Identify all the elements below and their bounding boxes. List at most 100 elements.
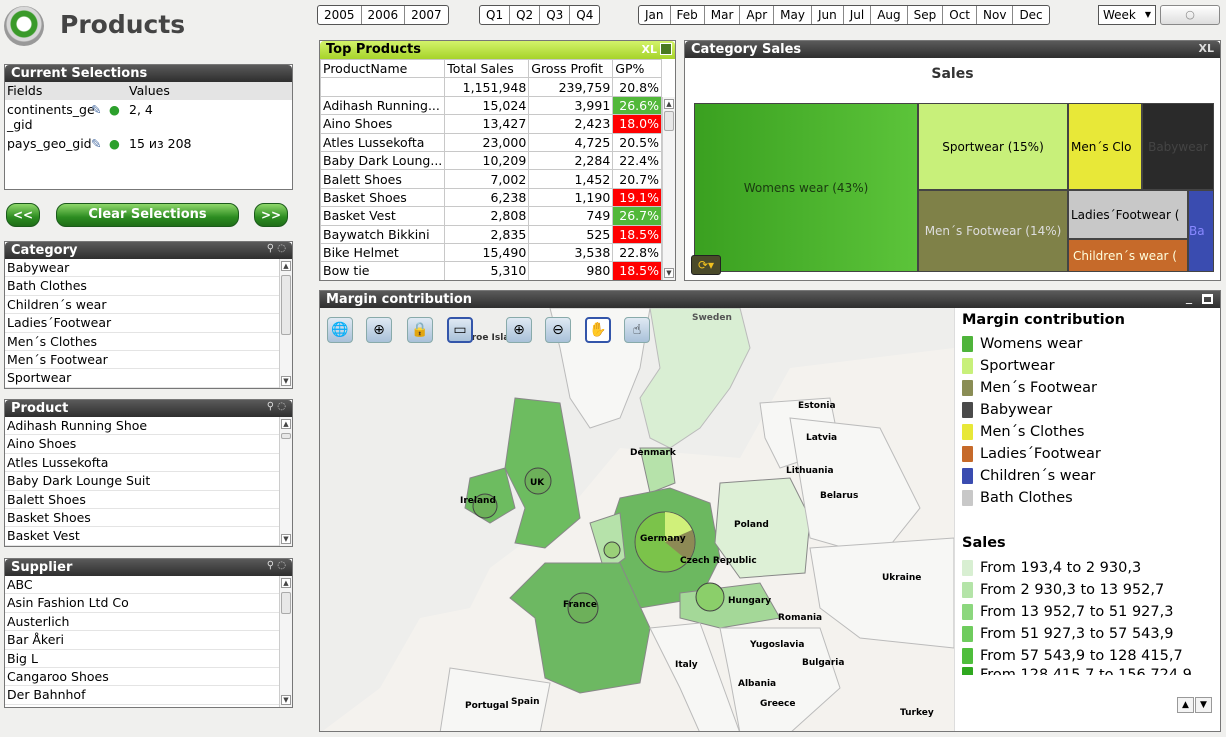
tile-mens-footwear[interactable]: Men´s Footwear (14%)	[918, 190, 1068, 272]
zoom-in-icon[interactable]: ⊕	[506, 317, 532, 343]
search-icon[interactable]: ⚲ ◌	[267, 401, 286, 412]
period-dropdown[interactable]: Week ▼	[1098, 5, 1156, 25]
table-row[interactable]: Bow tie 5,310 980 18.5%	[320, 261, 662, 280]
col-total-sales[interactable]: Total Sales	[444, 58, 530, 79]
list-item[interactable]: Sportwear	[5, 369, 292, 388]
list-item[interactable]: Austerlich	[5, 613, 292, 632]
selection-row[interactable]: continents_ge _gid ✎ ● 2, 4	[5, 100, 292, 134]
back-button[interactable]: <<	[6, 203, 40, 227]
year-2007[interactable]: 2007	[405, 6, 448, 24]
list-item[interactable]: Ladies´Footwear	[5, 314, 292, 333]
cycle-icon[interactable]: ⟳▾	[691, 255, 721, 275]
table-row[interactable]: Balett Shoes 7,002 1,452 20.7%	[320, 169, 662, 189]
table-row[interactable]: Adihash Running... 15,024 3,991 26.6%	[320, 95, 662, 116]
year-filter[interactable]: 2005 2006 2007	[317, 5, 449, 25]
month-jul[interactable]: Jul	[844, 6, 872, 24]
selection-row[interactable]: pays_geo_gid ✎ ● 15 из 208	[5, 134, 292, 154]
forward-button[interactable]: >>	[254, 203, 288, 227]
table-row[interactable]: Aino Shoes 13,427 2,423 18.0%	[320, 114, 662, 134]
clear-selections-button[interactable]: Clear Selections	[56, 203, 239, 227]
tile-mens-clothes[interactable]: Men´s Clo	[1068, 103, 1142, 190]
month-jan[interactable]: Jan	[639, 6, 671, 24]
tile-childrens-wear[interactable]: Children´s wear (	[1068, 239, 1188, 272]
pan-hand-icon[interactable]: ✋	[585, 317, 611, 343]
month-mar[interactable]: Mar	[705, 6, 741, 24]
month-oct[interactable]: Oct	[943, 6, 978, 24]
export-xl-button[interactable]: XL	[1199, 42, 1215, 55]
year-2005[interactable]: 2005	[318, 6, 362, 24]
list-item[interactable]: Big L	[5, 650, 292, 668]
quarter-q3[interactable]: Q3	[540, 6, 571, 24]
quarter-q1[interactable]: Q1	[480, 6, 511, 24]
table-row[interactable]: Basket Vest 2,808 749 26.7%	[320, 206, 662, 226]
supplier-listbox[interactable]: Supplier ⚲ ◌ ABC Asin Fashion Ltd Co Aus…	[4, 558, 293, 708]
col-gp-percent[interactable]: GP%	[612, 58, 662, 79]
globe-icon[interactable]: 🌐	[327, 317, 353, 343]
category-listbox[interactable]: Category ⚲ ◌ Babywear Bath Clothes Child…	[4, 241, 293, 389]
search-icon[interactable]: ⚲ ◌	[267, 560, 286, 571]
scrollbar[interactable]: ▲ ▼	[662, 97, 675, 280]
tile-womens-wear[interactable]: Womens wear (43%)	[694, 103, 918, 272]
table-row[interactable]: Basket Shoes 6,238 1,190 19.1%	[320, 187, 662, 208]
list-item[interactable]: Bar Åkeri	[5, 631, 292, 650]
export-xl-button[interactable]: XL	[642, 41, 658, 59]
list-item[interactable]: Aino Shoes	[5, 435, 292, 454]
month-dec[interactable]: Dec	[1013, 6, 1048, 24]
quarter-filter[interactable]: Q1 Q2 Q3 Q4	[479, 5, 601, 25]
eraser-icon[interactable]: ✎	[91, 136, 109, 154]
scrollbar[interactable]: ▲ ▼	[279, 417, 292, 546]
map-area[interactable]: Sweden Faroe Islands Estonia Latvia Denm…	[320, 307, 955, 731]
legend-scroll-down-button[interactable]: ▼	[1195, 697, 1212, 713]
list-item[interactable]: Children´s wear	[5, 296, 292, 315]
month-aug[interactable]: Aug	[871, 6, 908, 24]
list-item[interactable]: Men´s Clothes	[5, 333, 292, 351]
eraser-icon[interactable]: ✎	[91, 102, 109, 134]
list-item[interactable]: Asin Fashion Ltd Co	[5, 594, 292, 613]
list-item[interactable]: Adihash Running Shoe	[5, 417, 292, 436]
list-item[interactable]: ABC	[5, 576, 292, 595]
month-apr[interactable]: Apr	[740, 6, 775, 24]
layer-icon[interactable]: ▭	[447, 317, 473, 343]
month-filter[interactable]: Jan Feb Mar Apr May Jun Jul Aug Sep Oct …	[638, 5, 1050, 25]
col-gross-profit[interactable]: Gross Profit	[528, 58, 614, 79]
period-slider[interactable]: ○	[1160, 5, 1220, 25]
tile-babywear[interactable]: Babywear	[1142, 103, 1214, 190]
table-row[interactable]: Baby Dark Loung... 10,209 2,284 22.4%	[320, 150, 662, 171]
minimize-icon[interactable]: _	[1186, 291, 1192, 304]
list-item[interactable]: Atles Lussekofta	[5, 454, 292, 473]
month-feb[interactable]: Feb	[671, 6, 705, 24]
tile-ladies-footwear[interactable]: Ladies´Footwear (	[1068, 190, 1188, 239]
select-hand-icon[interactable]: ☝	[624, 317, 650, 343]
month-jun[interactable]: Jun	[812, 6, 844, 24]
table-row[interactable]: Atles Lussekofta 23,000 4,725 20.5%	[320, 132, 662, 152]
tile-sportwear[interactable]: Sportwear (15%)	[918, 103, 1068, 190]
col-productname[interactable]: ProductName	[320, 58, 446, 79]
list-item[interactable]: Babywear	[5, 259, 292, 278]
list-item[interactable]: Cangaroo Shoes	[5, 668, 292, 687]
chart-icon[interactable]	[660, 43, 672, 55]
list-item[interactable]: Basket Vest	[5, 527, 292, 546]
month-sep[interactable]: Sep	[908, 6, 944, 24]
scrollbar[interactable]: ▲ ▼	[279, 259, 292, 388]
list-item[interactable]: Bath Clothes	[5, 277, 292, 296]
scrollbar[interactable]: ▲ ▼	[279, 576, 292, 707]
list-item[interactable]: Baby Dark Lounge Suit	[5, 472, 292, 491]
search-icon[interactable]: ⚲ ◌	[267, 243, 286, 254]
lock-icon[interactable]: 🔒	[407, 317, 433, 343]
list-item[interactable]: Balett Shoes	[5, 491, 292, 509]
table-row[interactable]: Baywatch Bikkini 2,835 525 18.5%	[320, 224, 662, 244]
product-listbox[interactable]: Product ⚲ ◌ Adihash Running Shoe Aino Sh…	[4, 399, 293, 547]
list-item[interactable]: Men´s Footwear	[5, 351, 292, 370]
quarter-q4[interactable]: Q4	[570, 6, 599, 24]
tile-bath-clothes[interactable]: Ba	[1188, 190, 1214, 272]
table-row[interactable]: Bike Helmet 15,490 3,538 22.8%	[320, 242, 662, 263]
year-2006[interactable]: 2006	[362, 6, 406, 24]
crosshair-icon[interactable]: ⊕	[366, 317, 392, 343]
list-item[interactable]: Basket Shoes	[5, 509, 292, 528]
list-item[interactable]: Der Bahnhof	[5, 686, 292, 705]
month-nov[interactable]: Nov	[977, 6, 1014, 24]
month-may[interactable]: May	[774, 6, 812, 24]
legend-scroll-up-button[interactable]: ▲	[1177, 697, 1194, 713]
zoom-out-icon[interactable]: ⊖	[545, 317, 571, 343]
maximize-icon[interactable]	[1202, 294, 1213, 304]
